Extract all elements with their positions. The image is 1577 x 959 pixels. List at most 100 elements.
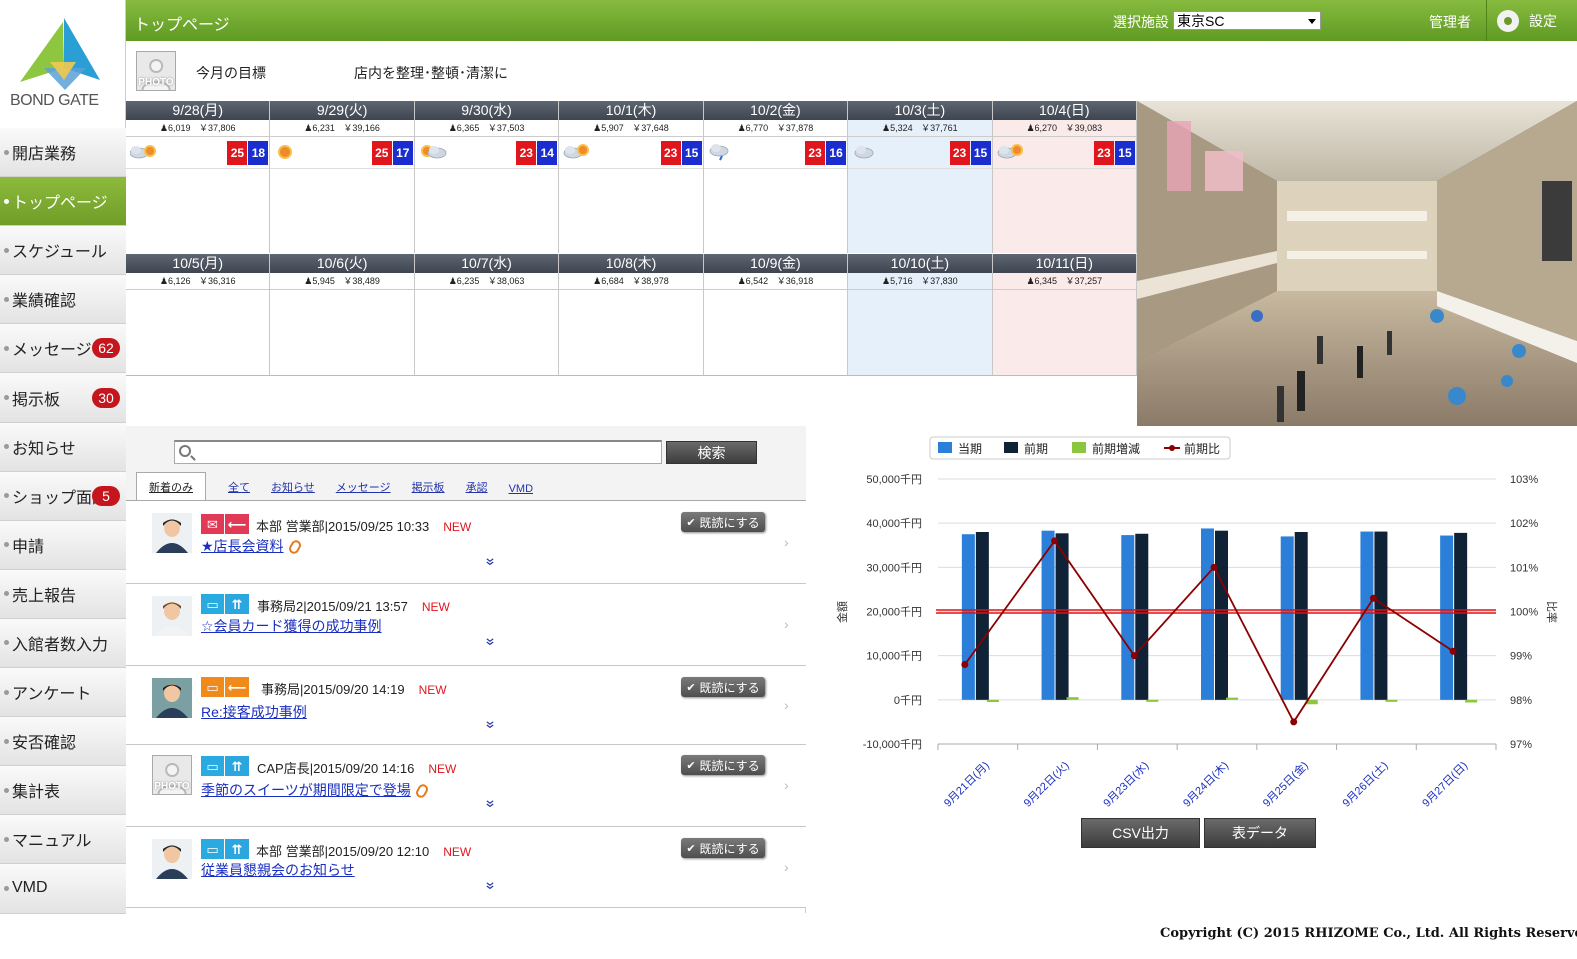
calendar-day[interactable]: 10/4(日) ♟6,270 ￥39,083 23 15 xyxy=(992,101,1137,253)
sidebar-item-3[interactable]: 業績確認 xyxy=(0,275,126,325)
expand-chevron-icon[interactable] xyxy=(486,882,494,890)
message-row[interactable]: ✉ ⟵ 本部 営業部|2015/09/25 10:33 NEW ★店長会資料 ✔ 既読にする… xyxy=(126,501,806,584)
settings-button[interactable]: 設定 xyxy=(1486,0,1577,41)
sidebar-item-12[interactable]: 安否確認 xyxy=(0,717,126,767)
ratio-point[interactable] xyxy=(961,661,969,668)
ratio-point[interactable] xyxy=(1051,537,1059,545)
bar-previous[interactable] xyxy=(975,532,989,700)
bar-diff[interactable] xyxy=(1146,699,1159,702)
message-row[interactable]: PHOTO ▭ ⇈ CAP店長|2015/09/20 14:16 NEW 季節のスイーツが… xyxy=(126,745,806,827)
search-input[interactable] xyxy=(174,440,662,464)
bar-diff[interactable] xyxy=(986,699,999,703)
message-subject-link[interactable]: 季節のスイーツが期間限定で登場 xyxy=(201,780,430,800)
calendar-day[interactable]: 10/11(日) ♟6,345 ￥37,257 xyxy=(992,254,1137,375)
calendar-day[interactable]: 9/28(月) ♟6,019 ￥37,806 25 18 xyxy=(126,101,271,253)
calendar-day[interactable]: 10/10(土) ♟5,716 ￥37,830 xyxy=(848,254,993,375)
tab-5[interactable]: 承認 xyxy=(466,479,488,501)
sidebar-item-label: お知らせ xyxy=(12,440,76,458)
message-subject-link[interactable]: ★店長会資料 xyxy=(201,536,303,556)
mark-read-button[interactable]: ✔ 既読にする xyxy=(681,512,765,532)
day-stats: ♟6,345 ￥37,257 xyxy=(992,273,1136,290)
tab-1[interactable]: 全て xyxy=(228,479,250,501)
sidebar-item-1[interactable]: トップページ xyxy=(0,177,126,227)
expand-chevron-icon[interactable] xyxy=(486,638,494,646)
message-subject-link[interactable]: Re:接客成功事例 xyxy=(201,702,307,722)
calendar-day[interactable]: 10/2(金) ♟6,770 ￥37,878 23 16 xyxy=(703,101,849,253)
calendar-day[interactable]: 10/8(木) ♟6,684 ￥38,978 xyxy=(559,254,704,375)
calendar-day[interactable]: 9/30(水) ♟6,365 ￥37,503 23 14 xyxy=(414,101,560,253)
message-subject-link[interactable]: 従業員懇親会のお知らせ xyxy=(201,860,355,880)
message-row[interactable]: ▭ ⟵ 事務局|2015/09/20 14:19 NEW Re:接客成功事例 ✔ 既読にする… xyxy=(126,666,806,745)
tab-6[interactable]: VMD xyxy=(509,483,533,501)
sidebar-item-label: 入館者数入力 xyxy=(12,636,109,654)
calendar-day[interactable]: 9/29(火) ♟6,231 ￥39,166 25 17 xyxy=(270,101,415,253)
sidebar-item-7[interactable]: ショップ面談 5 xyxy=(0,471,126,521)
search-button[interactable]: 検索 xyxy=(666,441,757,464)
calendar-day[interactable]: 10/6(火) ♟5,945 ￥38,489 xyxy=(270,254,415,375)
bar-diff[interactable] xyxy=(1385,699,1398,702)
calendar-day[interactable]: 10/9(金) ♟6,542 ￥36,918 xyxy=(703,254,849,375)
sidebar-item-13[interactable]: 集計表 xyxy=(0,766,126,816)
y-tick-label: -10,000千円 xyxy=(863,738,922,751)
tab-2[interactable]: お知らせ xyxy=(271,479,315,501)
ratio-point[interactable] xyxy=(1210,563,1218,571)
sidebar-item-10[interactable]: 入館者数入力 xyxy=(0,618,126,669)
ratio-point[interactable] xyxy=(1369,594,1377,602)
bar-current[interactable] xyxy=(961,534,975,700)
expand-chevron-icon[interactable] xyxy=(486,721,494,729)
tab-0[interactable]: 新着のみ xyxy=(136,472,206,501)
mark-read-button[interactable]: ✔ 既読にする xyxy=(681,755,765,775)
sidebar-item-4[interactable]: メッセージ 62 xyxy=(0,324,126,374)
message-row[interactable]: ▭ ⇈ 事務局2|2015/09/21 13:57 NEW ☆会員カード獲得の成功事例 › xyxy=(126,584,806,666)
chevron-right-icon[interactable]: › xyxy=(784,697,792,713)
sidebar-item-9[interactable]: 売上報告 xyxy=(0,569,126,619)
csv-export-button[interactable]: CSV出力 xyxy=(1081,818,1200,848)
chevron-right-icon[interactable]: › xyxy=(784,616,792,632)
admin-link[interactable]: 管理者 xyxy=(1429,12,1471,32)
sidebar-item-14[interactable]: マニュアル xyxy=(0,815,126,865)
bar-current[interactable] xyxy=(1280,536,1294,700)
mark-read-button[interactable]: ✔ 既読にする xyxy=(681,677,765,697)
calendar-day[interactable]: 10/5(月) ♟6,126 ￥36,316 xyxy=(126,254,271,375)
check-icon: ✔ xyxy=(686,516,696,529)
bar-current[interactable] xyxy=(1121,535,1135,700)
facility-select[interactable]: 東京SC xyxy=(1173,11,1321,30)
bar-previous[interactable] xyxy=(1215,530,1228,700)
chevron-right-icon[interactable]: › xyxy=(784,534,792,550)
bar-previous[interactable] xyxy=(1135,533,1149,700)
calendar-day[interactable]: 10/3(土) ♟5,324 ￥37,761 23 15 xyxy=(848,101,993,253)
bar-previous[interactable] xyxy=(1294,532,1308,700)
sidebar-item-11[interactable]: アンケート xyxy=(0,668,126,718)
bar-diff[interactable] xyxy=(1066,697,1079,700)
message-row[interactable]: ▭ ⇈ 本部 営業部|2015/09/20 12:10 NEW 従業員懇親会のお知らせ ✔… xyxy=(126,827,806,908)
day-schedule-area xyxy=(848,169,992,253)
sidebar-item-0[interactable]: 開店業務 xyxy=(0,128,126,178)
calendar-day[interactable]: 10/1(木) ♟5,907 ￥37,648 23 15 xyxy=(559,101,704,253)
mark-read-button[interactable]: ✔ 既読にする xyxy=(681,838,765,858)
tab-3[interactable]: メッセージ xyxy=(336,479,391,501)
ratio-point[interactable] xyxy=(1130,652,1138,660)
expand-chevron-icon[interactable] xyxy=(486,800,494,808)
bar-previous[interactable] xyxy=(1454,532,1468,700)
calendar-day[interactable]: 10/7(水) ♟6,235 ￥38,063 xyxy=(414,254,560,375)
bar-current[interactable] xyxy=(1440,535,1454,700)
sidebar-item-15[interactable]: VMD xyxy=(0,864,126,914)
day-stats: ♟5,324 ￥37,761 xyxy=(848,120,992,137)
sidebar-item-5[interactable]: 掲示板 30 xyxy=(0,373,126,423)
chevron-right-icon[interactable]: › xyxy=(784,777,792,793)
table-data-button[interactable]: 表データ xyxy=(1204,818,1316,848)
ratio-point[interactable] xyxy=(1449,647,1457,655)
tab-4[interactable]: 掲示板 xyxy=(412,479,445,501)
bar-diff[interactable] xyxy=(1226,697,1238,700)
expand-chevron-icon[interactable] xyxy=(486,558,494,566)
sidebar-item-6[interactable]: お知らせ xyxy=(0,422,126,472)
sidebar-item-8[interactable]: 申請 xyxy=(0,520,126,570)
bar-previous[interactable] xyxy=(1374,531,1388,700)
logo[interactable]: BOND GATE xyxy=(0,0,125,128)
chevron-right-icon[interactable]: › xyxy=(784,859,792,875)
ratio-point[interactable] xyxy=(1290,718,1298,726)
message-subject-link[interactable]: ☆会員カード獲得の成功事例 xyxy=(201,616,382,636)
bar-diff[interactable] xyxy=(1465,699,1478,703)
bar-current[interactable] xyxy=(1201,528,1214,700)
sidebar-item-2[interactable]: スケジュール xyxy=(0,226,126,276)
